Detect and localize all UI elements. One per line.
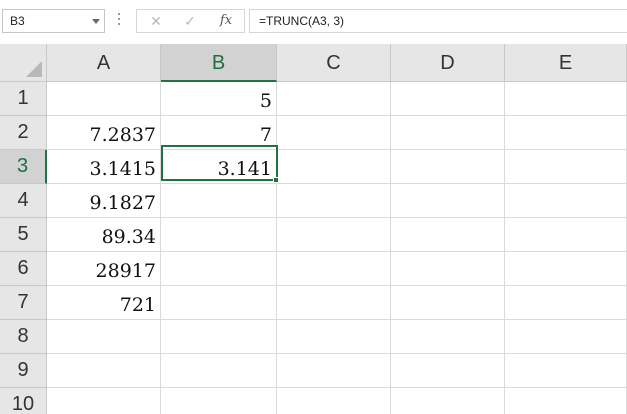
cell-e1[interactable] — [505, 82, 627, 116]
cell-a1[interactable] — [47, 82, 161, 116]
cell-d6[interactable] — [391, 252, 505, 286]
cell-e6[interactable] — [505, 252, 627, 286]
cell-d1[interactable] — [391, 82, 505, 116]
cell-d7[interactable] — [391, 286, 505, 320]
column-header-a[interactable]: A — [47, 44, 161, 82]
cell-b3[interactable]: 3.141 — [161, 150, 277, 184]
cell-e3[interactable] — [505, 150, 627, 184]
row-header-1[interactable]: 1 — [0, 82, 47, 116]
cell-d4[interactable] — [391, 184, 505, 218]
row-header-7[interactable]: 7 — [0, 286, 47, 320]
cell-d10[interactable] — [391, 388, 505, 414]
cell-e10[interactable] — [505, 388, 627, 414]
row-header-8[interactable]: 8 — [0, 320, 47, 354]
cell-a8[interactable] — [47, 320, 161, 354]
formula-text: =TRUNC(A3, 3) — [259, 14, 345, 28]
cell-b10[interactable] — [161, 388, 277, 414]
cell-a3[interactable]: 3.1415 — [47, 150, 161, 184]
row-header-2[interactable]: 2 — [0, 116, 47, 150]
cell-d8[interactable] — [391, 320, 505, 354]
cell-b8[interactable] — [161, 320, 277, 354]
cell-b9[interactable] — [161, 354, 277, 388]
cell-a7[interactable]: 721 — [47, 286, 161, 320]
grip-dots-icon — [117, 13, 121, 31]
cell-b5[interactable] — [161, 218, 277, 252]
formula-buttons: ✕ ✓ fx — [136, 9, 245, 33]
cell-c10[interactable] — [277, 388, 391, 414]
cell-e2[interactable] — [505, 116, 627, 150]
chevron-down-icon[interactable] — [92, 19, 100, 24]
cell-c5[interactable] — [277, 218, 391, 252]
select-all-icon — [26, 61, 42, 77]
fill-handle[interactable] — [273, 177, 279, 183]
formula-bar: B3 ✕ ✓ fx =TRUNC(A3, 3) — [0, 0, 627, 44]
cell-a9[interactable] — [47, 354, 161, 388]
cell-a4[interactable]: 9.1827 — [47, 184, 161, 218]
cell-b7[interactable] — [161, 286, 277, 320]
enter-icon[interactable]: ✓ — [173, 10, 207, 32]
row-header-4[interactable]: 4 — [0, 184, 47, 218]
cell-c4[interactable] — [277, 184, 391, 218]
cell-c2[interactable] — [277, 116, 391, 150]
column-header-b[interactable]: B — [161, 44, 277, 82]
cancel-icon[interactable]: ✕ — [139, 10, 173, 32]
cell-a5[interactable]: 89.34 — [47, 218, 161, 252]
cell-b1[interactable]: 5 — [161, 82, 277, 116]
cell-a10[interactable] — [47, 388, 161, 414]
row-header-9[interactable]: 9 — [0, 354, 47, 388]
cell-e8[interactable] — [505, 320, 627, 354]
column-header-e[interactable]: E — [505, 44, 627, 82]
cell-b6[interactable] — [161, 252, 277, 286]
cell-e7[interactable] — [505, 286, 627, 320]
cell-d5[interactable] — [391, 218, 505, 252]
row-header-5[interactable]: 5 — [0, 218, 47, 252]
cell-e5[interactable] — [505, 218, 627, 252]
cell-d3[interactable] — [391, 150, 505, 184]
cell-c1[interactable] — [277, 82, 391, 116]
cell-d9[interactable] — [391, 354, 505, 388]
row-header-6[interactable]: 6 — [0, 252, 47, 286]
cell-b4[interactable] — [161, 184, 277, 218]
column-header-c[interactable]: C — [277, 44, 391, 82]
cell-b2[interactable]: 7 — [161, 116, 277, 150]
spreadsheet-grid: A B C D E 1 5 2 7.2837 7 3 3.1415 3.141 4 9.1827 5 89.34… — [0, 44, 627, 414]
cell-d2[interactable] — [391, 116, 505, 150]
insert-function-icon[interactable]: fx — [209, 10, 243, 32]
cell-e4[interactable] — [505, 184, 627, 218]
name-box-value: B3 — [10, 14, 25, 28]
column-header-d[interactable]: D — [391, 44, 505, 82]
row-header-3[interactable]: 3 — [0, 150, 47, 184]
formula-input[interactable]: =TRUNC(A3, 3) — [249, 9, 627, 33]
cell-c7[interactable] — [277, 286, 391, 320]
cell-c3[interactable] — [277, 150, 391, 184]
cell-c6[interactable] — [277, 252, 391, 286]
cell-c8[interactable] — [277, 320, 391, 354]
cell-a6[interactable]: 28917 — [47, 252, 161, 286]
cell-e9[interactable] — [505, 354, 627, 388]
name-box[interactable]: B3 — [2, 9, 105, 33]
cell-a2[interactable]: 7.2837 — [47, 116, 161, 150]
cell-c9[interactable] — [277, 354, 391, 388]
row-header-10[interactable]: 10 — [0, 388, 47, 414]
select-all-button[interactable] — [0, 44, 47, 82]
